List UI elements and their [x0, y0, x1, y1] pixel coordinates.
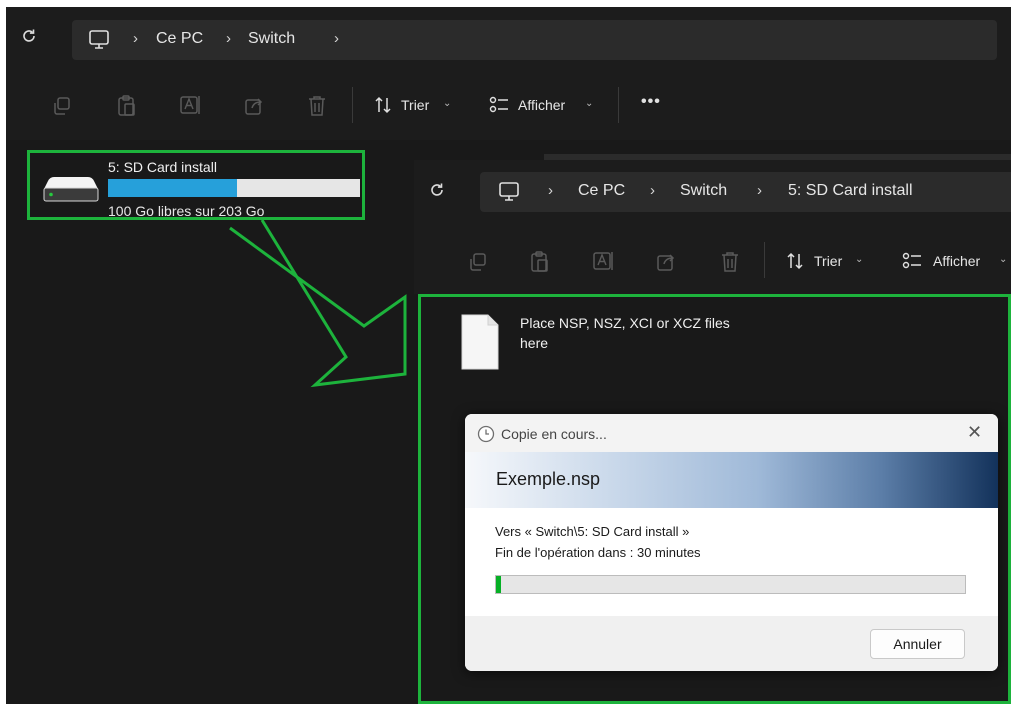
copy-destination: Vers « Switch\5: SD Card install » — [495, 524, 690, 539]
clock-icon — [477, 425, 495, 443]
copy-progress-dialog: Copie en cours... ✕ Exemple.nsp Vers « S… — [465, 414, 998, 671]
close-icon[interactable]: ✕ — [967, 422, 982, 443]
progress-bar — [496, 576, 501, 593]
dialog-title: Copie en cours... — [501, 426, 607, 442]
copy-filename: Exemple.nsp — [496, 469, 601, 489]
copy-eta: Fin de l'opération dans : 30 minutes — [495, 545, 701, 560]
cancel-button[interactable]: Annuler — [870, 629, 965, 659]
progress-track — [495, 575, 966, 594]
